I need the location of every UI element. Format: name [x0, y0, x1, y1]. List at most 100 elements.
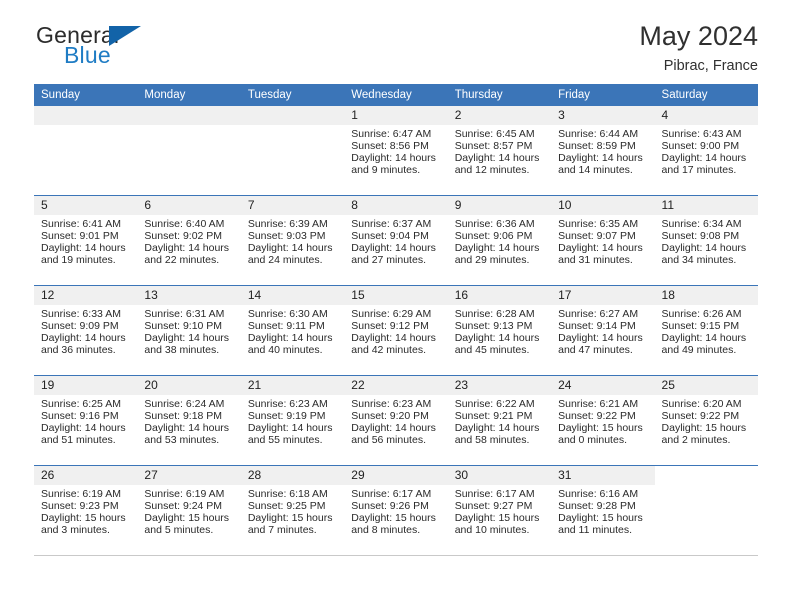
day-cell-inner: 23 Sunrise: 6:22 AM Sunset: 9:21 PM Dayligh… — [447, 376, 552, 465]
calendar-day-cell[interactable]: 6 Sunrise: 6:40 AM Sunset: 9:02 PM Daylight… — [137, 195, 241, 286]
day-cell-inner: 20 Sunrise: 6:24 AM Sunset: 9:18 PM Dayligh… — [137, 376, 241, 465]
daylight-text-line2: and 5 minutes. — [144, 523, 214, 536]
calendar-day-cell[interactable]: 30 Sunrise: 6:17 AM Sunset: 9:27 PM Dayligh… — [447, 465, 552, 556]
day-cell-inner: 3 Sunrise: 6:44 AM Sunset: 8:59 PM Daylight… — [551, 106, 655, 195]
calendar-day-cell[interactable]: 22 Sunrise: 6:23 AM Sunset: 9:20 PM Dayligh… — [344, 375, 448, 466]
daylight-text-line1: Daylight: 14 hours — [144, 331, 230, 344]
daylight-text-line2: and 42 minutes. — [351, 343, 426, 356]
calendar-day-cell[interactable]: 26 Sunrise: 6:19 AM Sunset: 9:23 PM Dayligh… — [34, 465, 138, 556]
day-details: Sunrise: 6:29 AM Sunset: 9:12 PM Daylight:… — [344, 305, 447, 357]
calendar-day-cell[interactable]: 4 Sunrise: 6:43 AM Sunset: 9:00 PM Daylight… — [654, 106, 758, 196]
day-number: 22 — [344, 376, 448, 395]
calendar-day-cell[interactable]: 9 Sunrise: 6:36 AM Sunset: 9:06 PM Daylight… — [447, 195, 552, 286]
day-number: 13 — [137, 286, 241, 305]
calendar-day-cell[interactable]: 15 Sunrise: 6:29 AM Sunset: 9:12 PM Dayligh… — [344, 285, 448, 376]
day-cell-inner: 14 Sunrise: 6:30 AM Sunset: 9:11 PM Dayligh… — [240, 286, 345, 375]
day-details: Sunrise: 6:37 AM Sunset: 9:04 PM Daylight:… — [344, 215, 447, 267]
calendar-day-cell[interactable]: 3 Sunrise: 6:44 AM Sunset: 8:59 PM Daylight… — [551, 106, 655, 196]
day-cell-inner: 16 Sunrise: 6:28 AM Sunset: 9:13 PM Dayligh… — [447, 286, 552, 375]
calendar-day-cell[interactable]: 16 Sunrise: 6:28 AM Sunset: 9:13 PM Dayligh… — [447, 285, 552, 376]
calendar-day-cell[interactable]: 17 Sunrise: 6:27 AM Sunset: 9:14 PM Dayligh… — [551, 285, 655, 376]
day-cell-inner — [137, 106, 241, 195]
calendar-day-cell[interactable]: 23 Sunrise: 6:22 AM Sunset: 9:21 PM Dayligh… — [447, 375, 552, 466]
calendar-table: Sunday Monday Tuesday Wednesday Thursday… — [34, 84, 758, 556]
daylight-text-line1: Daylight: 14 hours — [558, 331, 643, 344]
daylight-text-line2: and 45 minutes. — [454, 343, 530, 356]
daylight-text-line2: and 58 minutes. — [454, 433, 530, 446]
calendar-day-cell[interactable]: 18 Sunrise: 6:26 AM Sunset: 9:15 PM Dayligh… — [654, 285, 758, 376]
calendar-day-cell[interactable]: 19 Sunrise: 6:25 AM Sunset: 9:16 PM Dayligh… — [34, 375, 138, 466]
calendar-day-cell[interactable]: 21 Sunrise: 6:23 AM Sunset: 9:19 PM Dayligh… — [240, 375, 345, 466]
day-details: Sunrise: 6:19 AM Sunset: 9:23 PM Daylight:… — [34, 485, 137, 537]
calendar-day-cell[interactable]: 27 Sunrise: 6:19 AM Sunset: 9:24 PM Dayligh… — [137, 465, 241, 556]
day-cell-inner: 6 Sunrise: 6:40 AM Sunset: 9:02 PM Daylight… — [137, 196, 241, 285]
day-cell-inner: 29 Sunrise: 6:17 AM Sunset: 9:26 PM Dayligh… — [344, 466, 448, 555]
daylight-text-line1: Daylight: 14 hours — [247, 331, 333, 344]
day-details: Sunrise: 6:44 AM Sunset: 8:59 PM Daylight:… — [551, 125, 654, 177]
day-number: 18 — [654, 286, 758, 305]
day-number: 2 — [447, 106, 552, 125]
calendar-day-cell[interactable]: 11 Sunrise: 6:34 AM Sunset: 9:08 PM Dayligh… — [654, 195, 758, 286]
daylight-text-line1: Daylight: 15 hours — [41, 511, 126, 524]
calendar-day-cell[interactable]: 13 Sunrise: 6:31 AM Sunset: 9:10 PM Dayligh… — [137, 285, 241, 376]
daylight-text-line2: and 55 minutes. — [247, 433, 323, 446]
day-number: 27 — [137, 466, 241, 485]
calendar-week-row: 19 Sunrise: 6:25 AM Sunset: 9:16 PM Dayligh… — [34, 375, 758, 466]
brand-logo[interactable]: General Blue — [36, 24, 236, 74]
daylight-text-line1: Daylight: 15 hours — [558, 511, 643, 524]
calendar-day-cell[interactable]: 25 Sunrise: 6:20 AM Sunset: 9:22 PM Dayligh… — [654, 375, 758, 466]
day-details: Sunrise: 6:47 AM Sunset: 8:56 PM Daylight:… — [344, 125, 447, 177]
day-details: Sunrise: 6:26 AM Sunset: 9:15 PM Daylight:… — [655, 305, 758, 357]
day-number: 28 — [240, 466, 345, 485]
day-number: 19 — [34, 376, 138, 395]
calendar-day-cell[interactable]: 20 Sunrise: 6:24 AM Sunset: 9:18 PM Dayligh… — [137, 375, 241, 466]
day-number: 21 — [240, 376, 345, 395]
day-cell-inner — [240, 106, 345, 195]
daylight-text-line1: Daylight: 14 hours — [41, 421, 126, 434]
day-details: Sunrise: 6:27 AM Sunset: 9:14 PM Daylight:… — [551, 305, 654, 357]
brand-triangle-icon — [109, 26, 141, 46]
day-number: 4 — [654, 106, 758, 125]
daylight-text-line2: and 40 minutes. — [247, 343, 323, 356]
calendar-day-cell[interactable]: 29 Sunrise: 6:17 AM Sunset: 9:26 PM Dayligh… — [344, 465, 448, 556]
day-details: Sunrise: 6:45 AM Sunset: 8:57 PM Daylight:… — [448, 125, 551, 177]
day-details: Sunrise: 6:36 AM Sunset: 9:06 PM Daylight:… — [448, 215, 551, 267]
calendar-day-cell[interactable]: 31 Sunrise: 6:16 AM Sunset: 9:28 PM Dayligh… — [551, 465, 655, 556]
day-number: 5 — [34, 196, 138, 215]
weekday-header-sunday: Sunday — [34, 84, 138, 106]
calendar-day-cell[interactable]: 1 Sunrise: 6:47 AM Sunset: 8:56 PM Daylight… — [344, 106, 448, 196]
daylight-text-line2: and 17 minutes. — [661, 163, 737, 176]
day-number: 17 — [551, 286, 655, 305]
calendar-day-cell[interactable]: 14 Sunrise: 6:30 AM Sunset: 9:11 PM Dayligh… — [240, 285, 345, 376]
calendar-body: 1 Sunrise: 6:47 AM Sunset: 8:56 PM Daylight… — [34, 106, 758, 556]
day-cell-inner: 31 Sunrise: 6:16 AM Sunset: 9:28 PM Dayligh… — [551, 466, 655, 555]
daylight-text-line2: and 19 minutes. — [41, 253, 116, 266]
daylight-text-line2: and 7 minutes. — [247, 523, 317, 536]
day-cell-inner: 30 Sunrise: 6:17 AM Sunset: 9:27 PM Dayligh… — [447, 466, 552, 555]
calendar-day-cell[interactable]: 24 Sunrise: 6:21 AM Sunset: 9:22 PM Dayligh… — [551, 375, 655, 466]
daylight-text-line1: Daylight: 14 hours — [351, 421, 436, 434]
day-cell-inner: 1 Sunrise: 6:47 AM Sunset: 8:56 PM Daylight… — [344, 106, 448, 195]
daylight-text-line1: Daylight: 14 hours — [351, 331, 436, 344]
day-details: Sunrise: 6:43 AM Sunset: 9:00 PM Daylight:… — [655, 125, 758, 177]
daylight-text-line2: and 12 minutes. — [454, 163, 530, 176]
calendar-day-cell[interactable]: 7 Sunrise: 6:39 AM Sunset: 9:03 PM Daylight… — [240, 195, 345, 286]
day-number: 26 — [34, 466, 138, 485]
day-number: 25 — [654, 376, 758, 395]
calendar-day-cell[interactable]: 28 Sunrise: 6:18 AM Sunset: 9:25 PM Dayligh… — [240, 465, 345, 556]
daylight-text-line2: and 36 minutes. — [41, 343, 116, 356]
calendar-empty-cell — [240, 106, 345, 196]
day-details: Sunrise: 6:33 AM Sunset: 9:09 PM Daylight:… — [34, 305, 137, 357]
day-details: Sunrise: 6:19 AM Sunset: 9:24 PM Daylight:… — [137, 485, 240, 537]
calendar-day-cell[interactable]: 10 Sunrise: 6:35 AM Sunset: 9:07 PM Dayligh… — [551, 195, 655, 286]
calendar-day-cell[interactable]: 12 Sunrise: 6:33 AM Sunset: 9:09 PM Dayligh… — [34, 285, 138, 376]
daylight-text-line2: and 56 minutes. — [351, 433, 426, 446]
day-number: 15 — [344, 286, 448, 305]
daylight-text-line2: and 53 minutes. — [144, 433, 220, 446]
day-details: Sunrise: 6:40 AM Sunset: 9:02 PM Daylight:… — [137, 215, 240, 267]
calendar-day-cell[interactable]: 2 Sunrise: 6:45 AM Sunset: 8:57 PM Daylight… — [447, 106, 552, 196]
calendar-day-cell[interactable]: 8 Sunrise: 6:37 AM Sunset: 9:04 PM Daylight… — [344, 195, 448, 286]
daylight-text-line2: and 47 minutes. — [558, 343, 633, 356]
daylight-text-line1: Daylight: 15 hours — [454, 511, 540, 524]
calendar-day-cell[interactable]: 5 Sunrise: 6:41 AM Sunset: 9:01 PM Daylight… — [34, 195, 138, 286]
